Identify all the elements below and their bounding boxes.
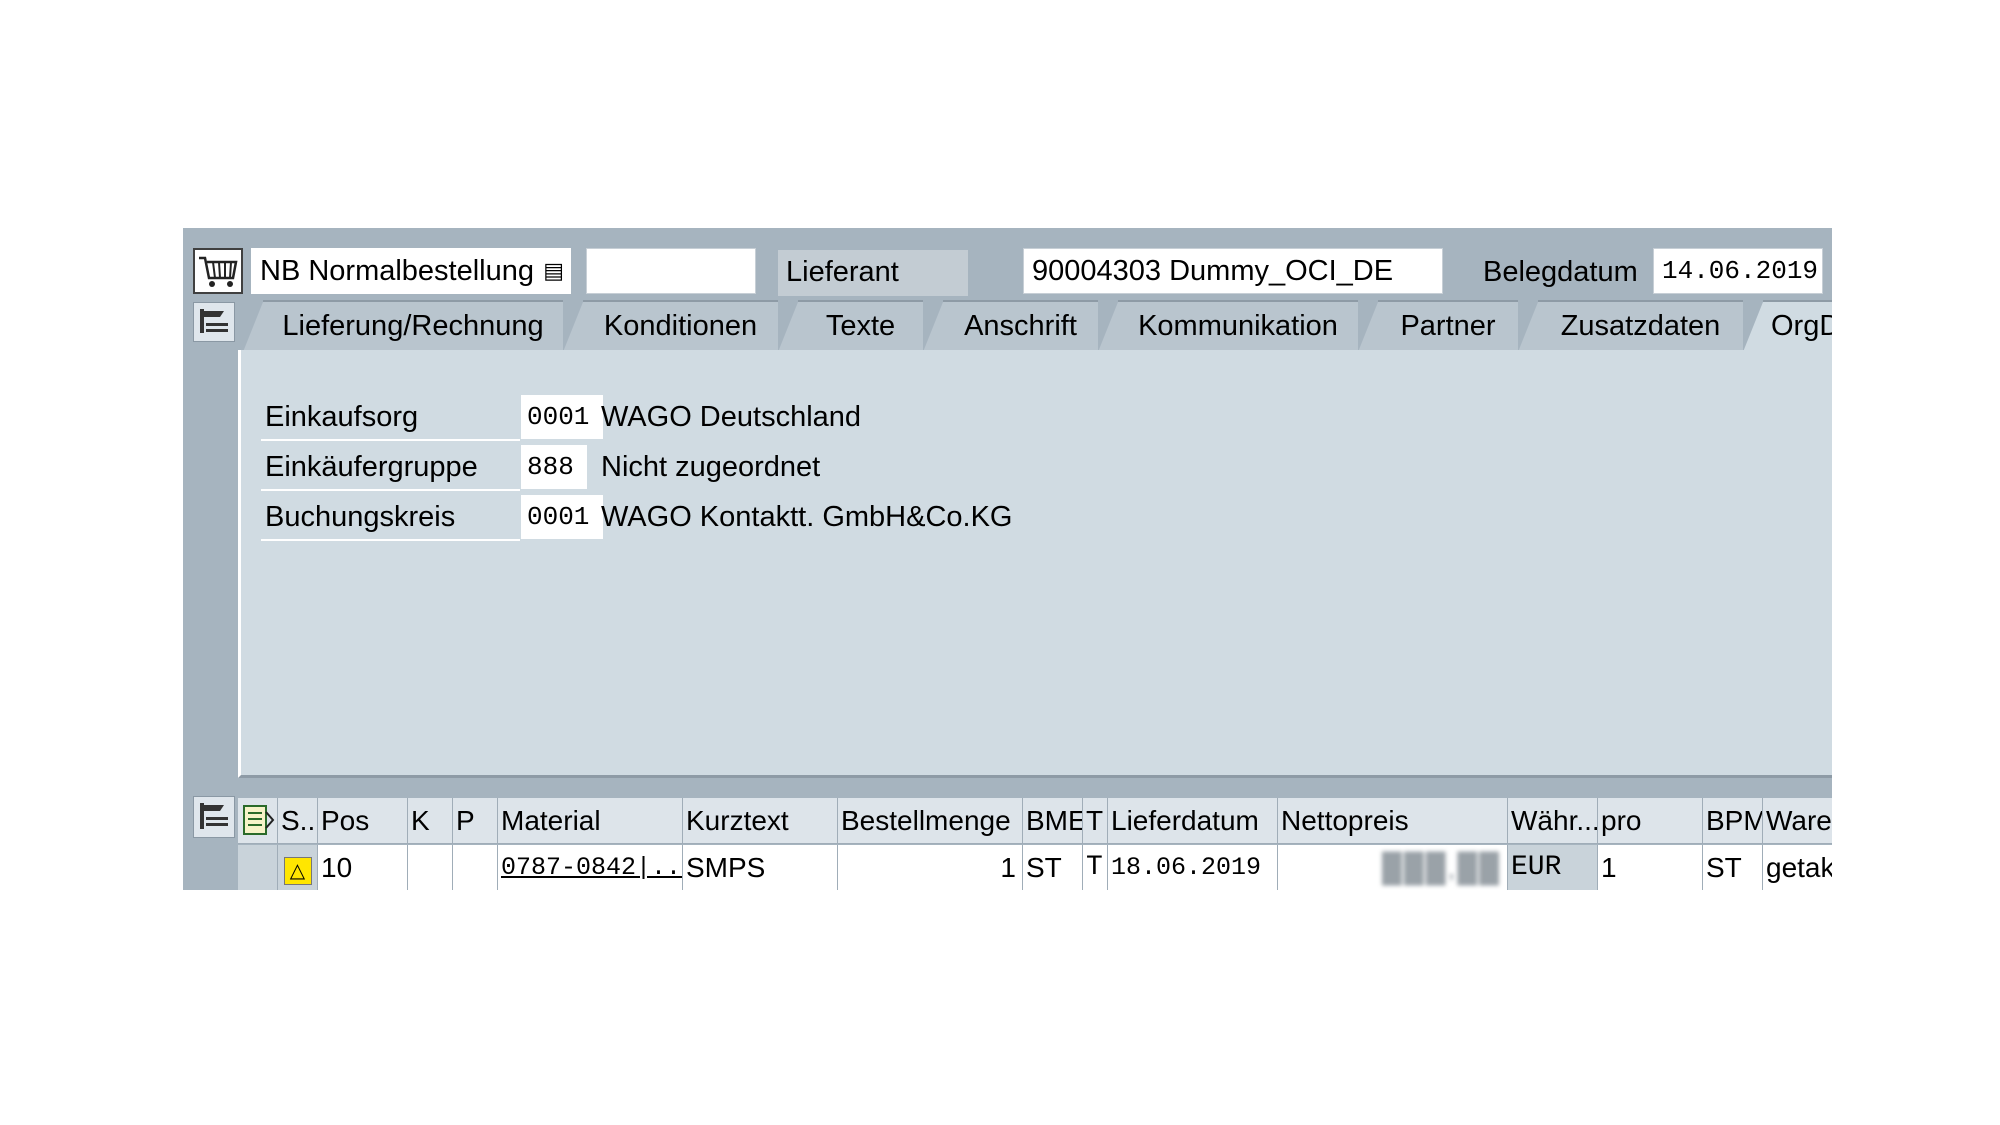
- purchasing-group-text: Nicht zugeordnet: [601, 451, 821, 483]
- col-header-bme[interactable]: BME: [1023, 798, 1083, 844]
- purchasing-org-code[interactable]: 0001: [521, 395, 603, 439]
- tab-orgdaten[interactable]: OrgDa: [1743, 300, 1832, 352]
- tab-konditionen[interactable]: Konditionen: [563, 300, 778, 352]
- cell-waren[interactable]: getakt: [1763, 845, 1832, 890]
- tab-kommunikation[interactable]: Kommunikation: [1098, 300, 1358, 352]
- company-code-text: WAGO Kontaktt. GmbH&Co.KG: [601, 501, 1013, 533]
- cell-material[interactable]: 0787-0842|...: [498, 845, 683, 890]
- col-header-pos[interactable]: Pos: [318, 798, 408, 844]
- supplier-label: Lieferant: [778, 250, 968, 296]
- cell-bestellmenge[interactable]: 1: [838, 845, 1023, 890]
- supplier-field[interactable]: 90004303 Dummy_OCI_DE: [1023, 248, 1443, 294]
- col-header-lieferdatum[interactable]: Lieferdatum: [1108, 798, 1278, 844]
- cell-t[interactable]: T: [1083, 845, 1108, 890]
- tab-zusatzdaten[interactable]: Zusatzdaten: [1518, 300, 1743, 352]
- cell-pos[interactable]: 10: [318, 845, 408, 890]
- cell-kurztext[interactable]: SMPS: [683, 845, 838, 890]
- tab-texte[interactable]: Texte: [778, 300, 923, 352]
- warning-icon: △: [283, 857, 312, 885]
- org-data-panel: Einkaufsorg 0001 WAGO Deutschland Einkäu…: [238, 350, 1832, 778]
- dropdown-list-icon[interactable]: ▤: [543, 249, 564, 293]
- row-status[interactable]: △: [278, 845, 318, 890]
- sap-purchase-order-window: NB Normalbestellung ▤ Lieferant 90004303…: [183, 228, 1832, 890]
- col-header-pro[interactable]: pro: [1598, 798, 1703, 844]
- col-header-waehrung[interactable]: Währ...: [1508, 798, 1598, 844]
- cell-bpm[interactable]: ST: [1703, 845, 1763, 890]
- collapse-icon: [200, 803, 228, 829]
- order-number-field[interactable]: [586, 248, 756, 294]
- purchasing-org-label: Einkaufsorg: [261, 395, 520, 441]
- cell-p[interactable]: [453, 845, 498, 890]
- col-header-nettopreis[interactable]: Nettopreis: [1278, 798, 1508, 844]
- cell-pro[interactable]: 1: [1598, 845, 1703, 890]
- cell-nettopreis[interactable]: ███,██: [1278, 845, 1508, 890]
- tab-anschrift[interactable]: Anschrift: [923, 300, 1098, 352]
- col-header-waren[interactable]: Waren: [1763, 798, 1832, 844]
- company-code-label: Buchungskreis: [261, 495, 520, 541]
- collapse-items-button[interactable]: [193, 796, 235, 838]
- col-header-kurztext[interactable]: Kurztext: [683, 798, 838, 844]
- purchasing-org-text: WAGO Deutschland: [601, 401, 862, 433]
- tab-partner[interactable]: Partner: [1358, 300, 1518, 352]
- document-date-field[interactable]: 14.06.2019: [1653, 248, 1823, 294]
- col-header-material[interactable]: Material: [498, 798, 683, 844]
- purchasing-group-code[interactable]: 888: [521, 445, 587, 489]
- purchasing-group-label: Einkäufergruppe: [261, 445, 520, 491]
- tab-strip: Lieferung/Rechnung Konditionen Texte Ans…: [243, 300, 1832, 352]
- cell-bme[interactable]: ST: [1023, 845, 1083, 890]
- row-selector[interactable]: [238, 845, 278, 890]
- tab-lieferung-rechnung[interactable]: Lieferung/Rechnung: [243, 300, 563, 352]
- document-date-label: Belegdatum: [1483, 256, 1638, 288]
- items-table: S... Pos K P Material Kurztext Bestellme…: [238, 798, 1832, 890]
- cell-k[interactable]: [408, 845, 453, 890]
- company-code-value[interactable]: 0001: [521, 495, 603, 539]
- col-header-status[interactable]: S...: [278, 798, 318, 844]
- cell-waehrung[interactable]: EUR: [1508, 845, 1598, 890]
- col-header-p[interactable]: P: [453, 798, 498, 844]
- col-header-k[interactable]: K: [408, 798, 453, 844]
- order-type-value: NB Normalbestellung: [260, 255, 535, 287]
- table-settings-icon: [243, 805, 275, 835]
- shopping-cart-icon[interactable]: [193, 248, 243, 294]
- select-all-button[interactable]: [238, 798, 278, 844]
- order-type-select[interactable]: NB Normalbestellung ▤: [251, 248, 571, 294]
- blurred-price: ███,██: [1382, 852, 1501, 883]
- cell-lieferdatum[interactable]: 18.06.2019: [1108, 845, 1278, 890]
- col-header-bestellmenge[interactable]: Bestellmenge: [838, 798, 1023, 844]
- collapse-header-button[interactable]: [193, 302, 235, 342]
- collapse-icon: [200, 309, 228, 333]
- col-header-bpm[interactable]: BPM: [1703, 798, 1763, 844]
- col-header-t[interactable]: T: [1083, 798, 1108, 844]
